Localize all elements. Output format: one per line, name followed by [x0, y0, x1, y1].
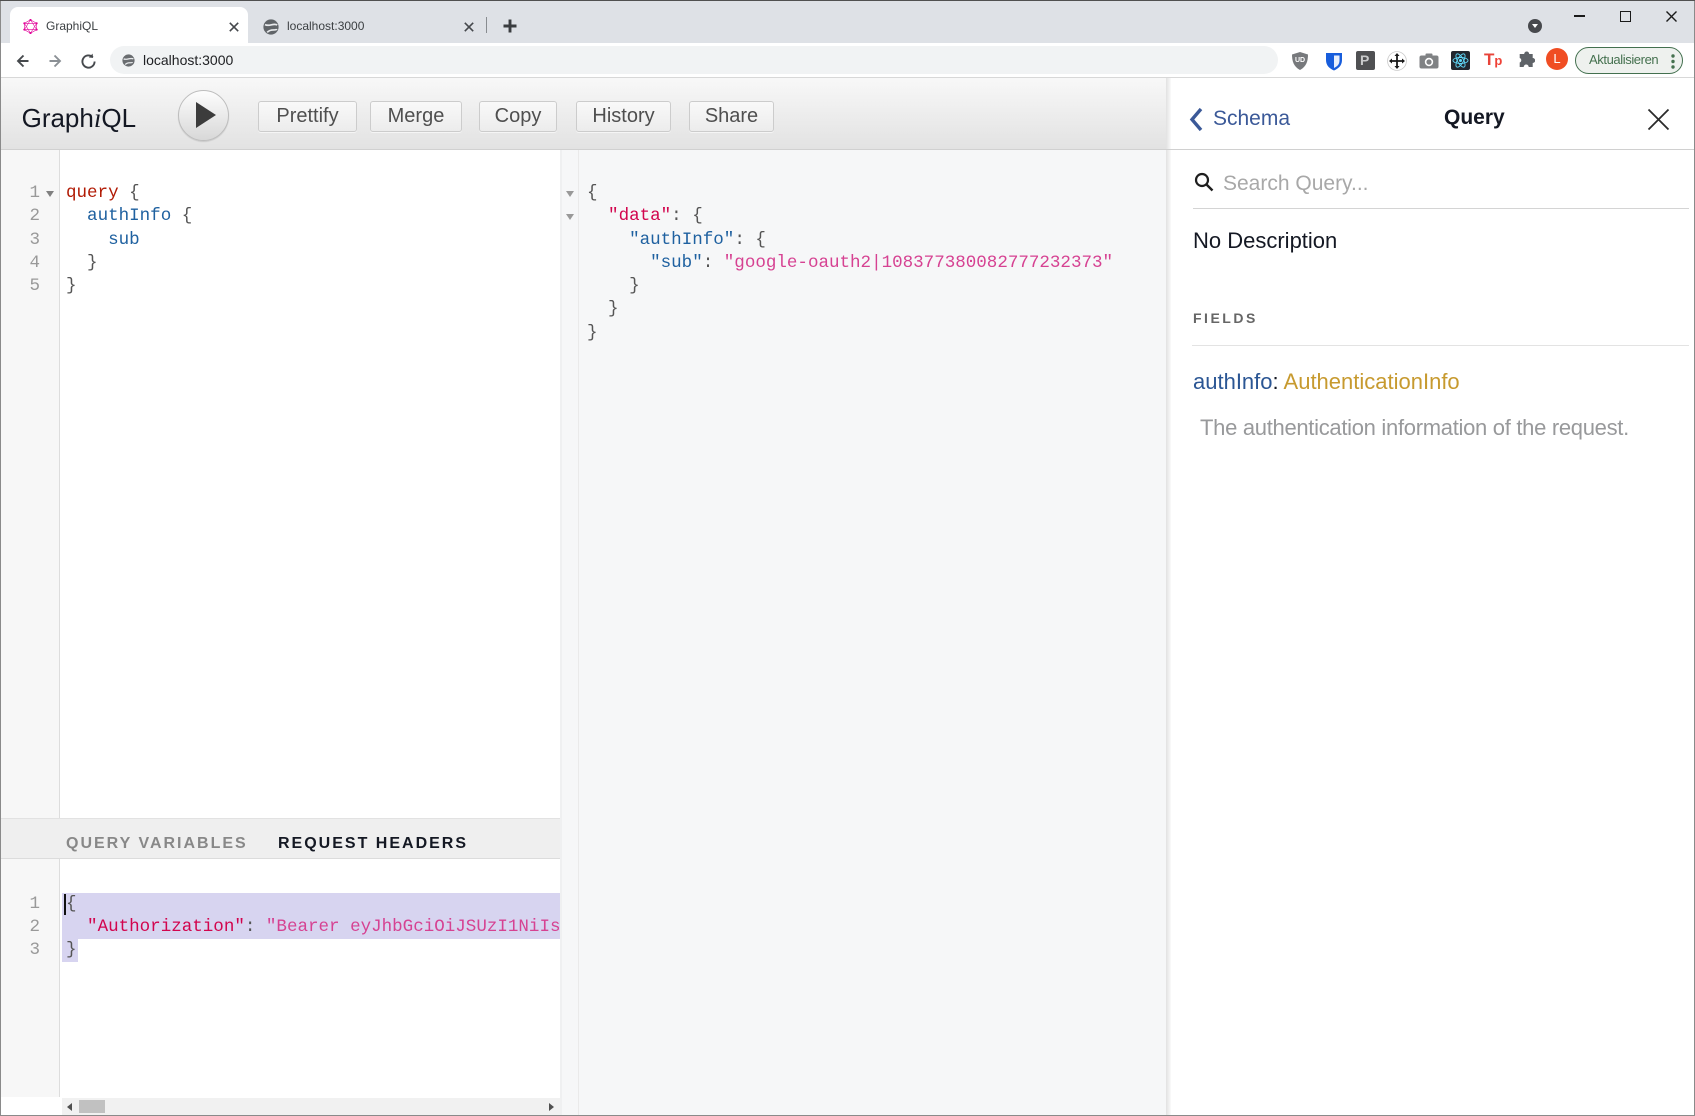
svg-text:UD: UD: [1295, 57, 1305, 64]
